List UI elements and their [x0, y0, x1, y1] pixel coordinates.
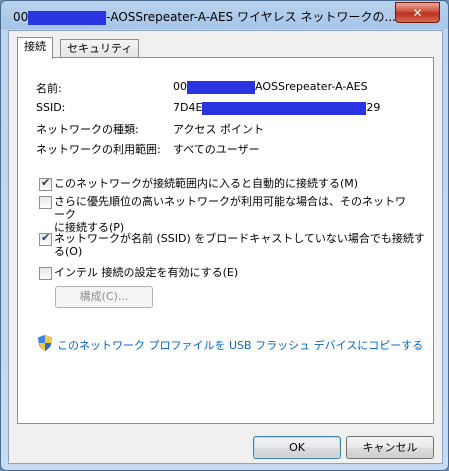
- name-value-suffix: AOSSrepeater-A-AES: [255, 80, 368, 93]
- configure-button[interactable]: 構成(C)...: [55, 286, 153, 308]
- dialog-window: 00 -AOSSrepeater-A-AES ワイヤレス ネットワークの... ✕…: [0, 0, 449, 471]
- tab-connection-label: 接続: [24, 40, 46, 53]
- ssid-value: 7D4E 29: [173, 101, 380, 115]
- hidden-ssid-label[interactable]: ネットワークが名前 (SSID) をブロードキャストしていない場合でも接続する(…: [54, 232, 433, 258]
- network-scope-value: すべてのユーザー: [173, 143, 260, 156]
- copy-profile-link[interactable]: このネットワーク プロファイルを USB フラッシュ デバイスにコピーする: [57, 337, 423, 353]
- tab-security-label: セキュリティ: [67, 42, 133, 55]
- title-bar[interactable]: 00 -AOSSrepeater-A-AES ワイヤレス ネットワークの... ✕: [1, 1, 448, 29]
- connection-panel: 名前: 00 AOSSrepeater-A-AES SSID: 7D4E 29 ネッ…: [17, 57, 434, 424]
- hidden-ssid-checkbox[interactable]: [39, 231, 52, 246]
- close-button[interactable]: ✕: [395, 2, 440, 23]
- uac-shield-icon: [38, 335, 52, 351]
- ssid-value-prefix: 7D4E: [173, 101, 203, 114]
- cancel-button[interactable]: キャンセル: [346, 436, 434, 459]
- name-value: 00 AOSSrepeater-A-AES: [173, 80, 368, 94]
- dialog-client: 接続 セキュリティ 名前: 00 AOSSrepeater-A-AES SSID:…: [8, 30, 443, 464]
- auto-connect-label[interactable]: このネットワークが接続範囲内に入ると自動的に接続する(M): [54, 177, 358, 190]
- redacted-block: [187, 80, 255, 94]
- ssid-value-suffix: 29: [366, 101, 381, 114]
- title-suffix: -AOSSrepeater-A-AES ワイヤレス ネットワークの...: [106, 10, 396, 24]
- title-prefix: 00: [13, 10, 29, 24]
- ok-button[interactable]: OK: [253, 436, 341, 459]
- switch-preferred-checkbox[interactable]: [39, 196, 52, 209]
- network-scope-label: ネットワークの利用範囲:: [36, 143, 161, 156]
- network-type-label: ネットワークの種類:: [36, 123, 139, 136]
- window-title: 00 -AOSSrepeater-A-AES ワイヤレス ネットワークの...: [13, 8, 396, 25]
- tab-connection[interactable]: 接続: [17, 37, 53, 59]
- name-label: 名前:: [36, 82, 62, 95]
- network-type-value: アクセス ポイント: [173, 123, 264, 136]
- redacted-block: [202, 101, 367, 115]
- close-icon: ✕: [412, 5, 423, 20]
- intel-settings-checkbox[interactable]: [39, 267, 52, 280]
- auto-connect-checkbox[interactable]: [39, 176, 52, 191]
- switch-preferred-label[interactable]: さらに優先順位の高いネットワークが利用可能な場合は、そのネットワーク に接続する…: [54, 195, 414, 234]
- tab-security[interactable]: セキュリティ: [60, 39, 140, 58]
- name-value-prefix: 00: [173, 80, 187, 93]
- ssid-label: SSID:: [36, 101, 66, 114]
- redacted-block: [28, 10, 107, 25]
- intel-settings-label[interactable]: インテル 接続の設定を有効にする(E): [54, 266, 238, 279]
